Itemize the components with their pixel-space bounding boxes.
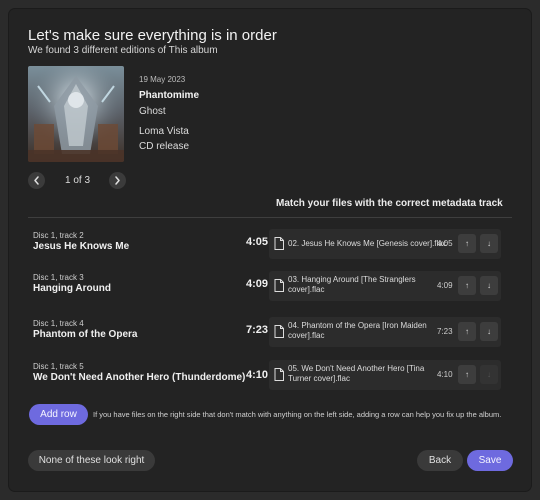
match-header: Match your files with the correct metada… [276,198,503,209]
file-name: 04. Phantom of the Opera [Iron Maiden co… [288,321,427,340]
add-row-help: If you have files on the right side that… [93,410,502,419]
move-down-button: ↓ [480,365,498,384]
move-up-button[interactable]: ↑ [458,322,476,341]
track-length: 7:23 [246,324,269,336]
release-label: Loma Vista [139,126,189,137]
file-icon [274,368,284,381]
pager-count: 1 of 3 [65,175,91,186]
move-up-button[interactable]: ↑ [458,276,476,295]
file-length: 4:09 [437,281,453,290]
file-name: 03. Hanging Around [The Stranglers cover… [288,275,416,294]
track-length: 4:09 [246,278,269,290]
chevron-right-icon [115,176,120,185]
edition-pager: 1 of 3 [28,172,128,190]
track-length: 4:05 [246,236,269,248]
track-position: Disc 1, track 3 [33,273,84,282]
previous-edition-button[interactable] [28,172,45,189]
release-artist: Ghost [139,106,166,117]
track-length: 4:10 [246,369,269,381]
track-row: Disc 1, track 5 We Don't Need Another He… [28,360,512,392]
file-length: 7:23 [437,327,453,336]
dialog-subtitle: We found 3 different editions of This al… [28,45,218,56]
file-icon [274,237,284,250]
file-length: 4:05 [437,239,453,248]
track-position: Disc 1, track 5 [33,362,84,371]
file-match[interactable]: 05. We Don't Need Another Hero [Tina Tur… [269,360,501,390]
file-name: 02. Jesus He Knows Me [Genesis cover].fl… [288,239,447,248]
next-edition-button[interactable] [109,172,126,189]
move-up-button[interactable]: ↑ [458,365,476,384]
album-cover-art [28,66,124,162]
add-row-button[interactable]: Add row [29,404,88,425]
divider [28,217,512,218]
release-date: 19 May 2023 [139,75,186,84]
track-row: Disc 1, track 4 Phantom of the Opera 7:2… [28,317,512,349]
file-name: 05. We Don't Need Another Hero [Tina Tur… [288,364,425,383]
track-position: Disc 1, track 2 [33,231,84,240]
file-icon [274,279,284,292]
none-look-right-button[interactable]: None of these look right [28,450,155,471]
file-icon [274,325,284,338]
release-format: CD release [139,141,190,152]
track-title: Jesus He Knows Me [33,241,130,252]
file-match[interactable]: 04. Phantom of the Opera [Iron Maiden co… [269,317,501,347]
move-down-button[interactable]: ↓ [480,322,498,341]
move-down-button[interactable]: ↓ [480,276,498,295]
save-button[interactable]: Save [467,450,513,471]
move-up-button[interactable]: ↑ [458,234,476,253]
file-length: 4:10 [437,370,453,379]
track-title: Phantom of the Opera [33,329,138,340]
file-match[interactable]: 02. Jesus He Knows Me [Genesis cover].fl… [269,229,501,259]
track-row: Disc 1, track 2 Jesus He Knows Me 4:05 0… [28,229,512,261]
track-title: Hanging Around [33,283,111,294]
back-button[interactable]: Back [417,450,463,471]
dialog-title: Let's make sure everything is in order [28,27,277,44]
album-cover [28,66,124,162]
move-down-button[interactable]: ↓ [480,234,498,253]
track-row: Disc 1, track 3 Hanging Around 4:09 03. … [28,271,512,303]
track-position: Disc 1, track 4 [33,319,84,328]
chevron-left-icon [34,176,39,185]
file-match[interactable]: 03. Hanging Around [The Stranglers cover… [269,271,501,301]
release-title: Phantomime [139,90,200,101]
track-title: We Don't Need Another Hero (Thunderdome) [33,372,246,383]
